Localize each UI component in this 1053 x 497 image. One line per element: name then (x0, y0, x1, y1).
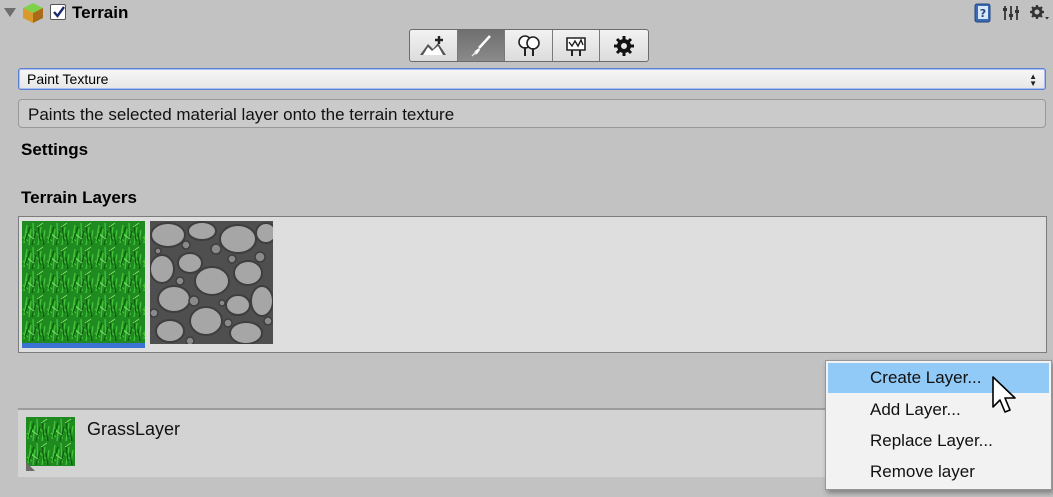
tool-description: Paints the selected material layer onto … (28, 105, 455, 124)
paint-brush-icon (471, 34, 491, 57)
menu-item-remove-layer[interactable]: Remove layer (828, 457, 1049, 487)
inspector-header: Terrain ? (0, 0, 1053, 28)
terrain-layers-section-label: Terrain Layers (21, 188, 137, 207)
settings-section-label: Settings (21, 140, 89, 159)
menu-item-replace-layer[interactable]: Replace Layer... (828, 426, 1049, 456)
terrain-cube-icon (22, 2, 44, 24)
paint-texture-tool-button[interactable] (457, 30, 506, 61)
terrain-layers-palette (18, 216, 1047, 353)
tool-mode-selected: Paint Texture (27, 71, 109, 87)
layer-preview-corner-icon (26, 462, 35, 471)
settings-gear-icon[interactable] (1029, 3, 1049, 23)
tool-mode-dropdown[interactable]: Paint Texture ▲ ▼ (18, 68, 1046, 90)
terrain-settings-gear-icon (614, 35, 635, 56)
terrain-settings-tool-button[interactable] (600, 30, 648, 61)
place-trees-tool-button[interactable] (505, 30, 553, 61)
terrain-layer-grass-thumbnail[interactable] (22, 221, 145, 344)
raise-terrain-icon (420, 35, 447, 55)
raise-terrain-tool-button[interactable] (410, 30, 458, 61)
terrain-tools-toolbar (409, 29, 649, 62)
terrain-layer-stone-thumbnail[interactable] (150, 221, 273, 344)
preset-sliders-icon[interactable] (1001, 3, 1021, 23)
dropdown-arrows-icon: ▲ ▼ (1029, 72, 1037, 88)
mouse-cursor-icon (991, 375, 1019, 424)
tool-description-box: Paints the selected material layer onto … (18, 99, 1046, 128)
place-trees-icon (517, 34, 540, 56)
selected-layer-name: GrassLayer (87, 419, 181, 439)
component-title: Terrain (72, 3, 129, 22)
foldout-arrow-icon[interactable] (4, 8, 16, 17)
help-book-icon[interactable]: ? (973, 3, 993, 23)
svg-text:?: ? (980, 7, 986, 20)
selected-layer-thumbnail[interactable] (26, 417, 75, 466)
selected-layer-indicator (22, 343, 145, 348)
paint-details-icon (566, 36, 586, 56)
paint-details-tool-button[interactable] (553, 30, 601, 61)
selected-layer-panel: GrassLayer (18, 408, 878, 477)
checkmark-icon (53, 6, 65, 18)
enabled-checkbox[interactable] (50, 4, 66, 20)
